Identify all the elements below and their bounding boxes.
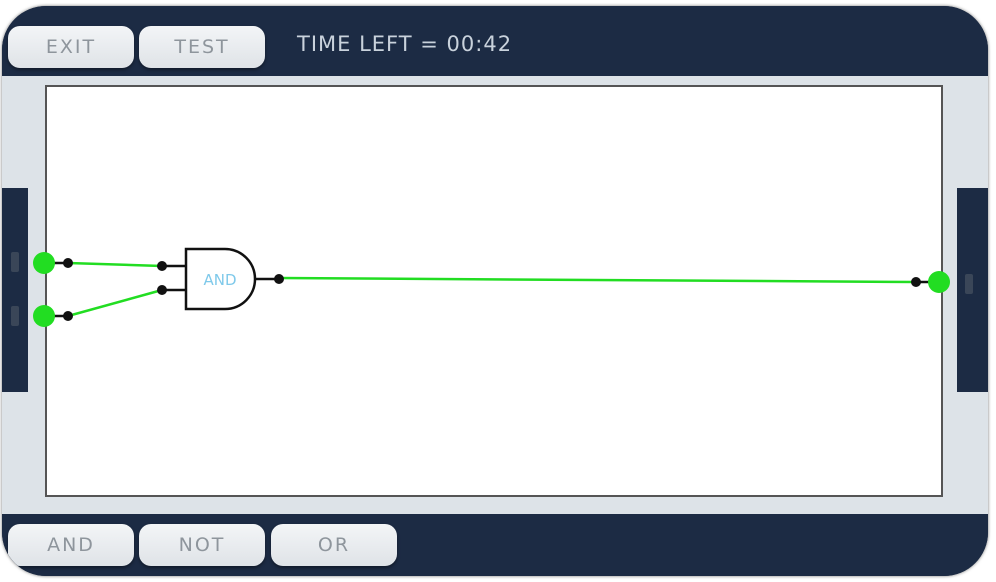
wire-output[interactable] <box>278 276 917 284</box>
not-gate-button[interactable]: NOT <box>139 524 265 566</box>
workspace: AND <box>2 76 988 514</box>
input-terminal-2[interactable] <box>33 305 55 327</box>
top-toolbar: EXIT TEST TIME LEFT = 00:42 <box>2 6 988 76</box>
connector-dot[interactable] <box>274 274 284 284</box>
game-window: EXIT TEST TIME LEFT = 00:42 AND AND NOT … <box>2 6 988 576</box>
connector-dot[interactable] <box>911 277 921 287</box>
time-left-display: TIME LEFT = 00:42 <box>297 32 513 56</box>
or-gate-button[interactable]: OR <box>271 524 397 566</box>
connector-dot[interactable] <box>157 261 167 271</box>
wire-input-2[interactable] <box>67 288 163 318</box>
wire-input-1[interactable] <box>67 261 163 268</box>
connector-dot[interactable] <box>63 258 73 268</box>
and-gate-label: AND <box>203 271 236 289</box>
circuit-diagram: AND <box>33 247 950 327</box>
connector-dot[interactable] <box>63 311 73 321</box>
connector-dot[interactable] <box>157 285 167 295</box>
and-gate[interactable]: AND <box>184 247 257 311</box>
input-terminal-1[interactable] <box>33 252 55 274</box>
gate-palette: AND NOT OR <box>2 514 988 576</box>
test-button[interactable]: TEST <box>139 26 265 68</box>
exit-button[interactable]: EXIT <box>8 26 134 68</box>
and-gate-button[interactable]: AND <box>8 524 134 566</box>
output-terminal[interactable] <box>928 271 950 293</box>
